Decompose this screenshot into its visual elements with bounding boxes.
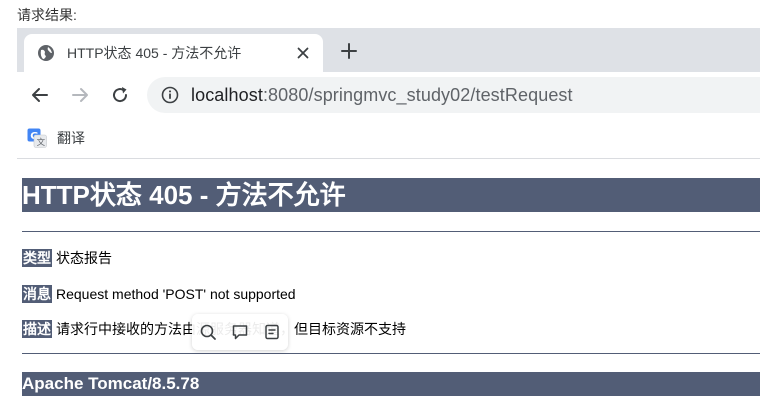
error-title: HTTP状态 405 - 方法不允许 — [22, 178, 760, 212]
bookmark-translate[interactable]: G 文 翻译 — [27, 125, 85, 151]
message-row: 消息 Request method 'POST' not supported — [22, 284, 296, 304]
url-path: :8080/springmvc_study02/testRequest — [262, 84, 573, 105]
description-label: 描述 — [22, 320, 52, 338]
url-host: localhost — [191, 84, 263, 105]
divider — [22, 353, 760, 354]
google-translate-icon: G 文 — [27, 128, 47, 148]
bookmarks-bar: G 文 翻译 — [17, 118, 760, 159]
bookmark-label: 翻译 — [57, 130, 85, 146]
note-icon[interactable] — [262, 322, 282, 342]
new-tab-button[interactable] — [337, 39, 361, 63]
search-icon[interactable] — [198, 322, 218, 342]
back-button[interactable] — [28, 83, 52, 107]
type-row: 类型 状态报告 — [22, 248, 112, 268]
url-text: localhost:8080/springmvc_study02/testReq… — [191, 85, 573, 106]
tab-title: HTTP状态 405 - 方法不允许 — [67, 45, 242, 61]
type-value: 状态报告 — [56, 250, 112, 266]
reload-button[interactable] — [108, 83, 132, 107]
message-value: Request method 'POST' not supported — [56, 286, 296, 302]
server-footer: Apache Tomcat/8.5.78 — [22, 372, 760, 396]
comment-icon[interactable] — [230, 322, 250, 342]
browser-toolbar: localhost:8080/springmvc_study02/testReq… — [17, 72, 760, 118]
forward-button[interactable] — [68, 83, 92, 107]
info-icon[interactable] — [161, 86, 179, 104]
divider — [22, 231, 760, 232]
tab-strip: HTTP状态 405 - 方法不允许 — [17, 28, 760, 72]
close-icon[interactable] — [293, 43, 313, 63]
browser-tab[interactable]: HTTP状态 405 - 方法不允许 — [24, 34, 323, 72]
page-content: HTTP状态 405 - 方法不允许 类型 状态报告 消息 Request me… — [22, 158, 760, 404]
type-label: 类型 — [22, 249, 52, 267]
address-bar[interactable]: localhost:8080/springmvc_study02/testReq… — [147, 77, 760, 113]
svg-text:文: 文 — [37, 137, 46, 148]
floating-toolbar — [192, 314, 288, 350]
message-label: 消息 — [22, 285, 52, 303]
result-caption: 请求结果: — [17, 7, 77, 23]
globe-icon — [37, 44, 55, 62]
